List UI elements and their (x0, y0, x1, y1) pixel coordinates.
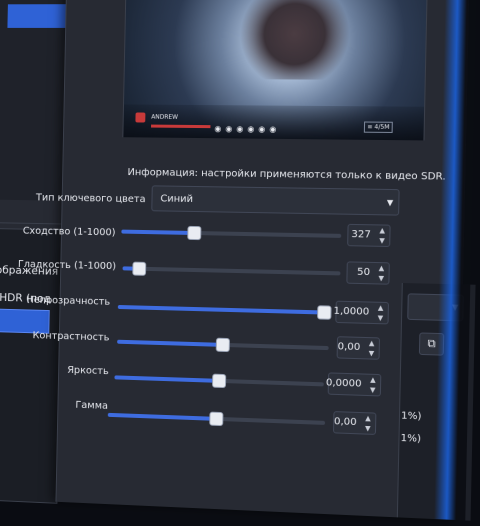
spin-up-icon[interactable]: ▲ (364, 338, 379, 349)
smoothness-spinbox[interactable]: 50 ▲ ▼ (346, 261, 390, 285)
spin-down-icon[interactable]: ▼ (361, 423, 376, 434)
preview-city-graphic (233, 0, 357, 80)
spin-up-icon[interactable]: ▲ (361, 413, 376, 424)
chevron-down-icon: ▼ (386, 197, 394, 207)
slider-handle[interactable] (132, 261, 147, 276)
spin-up-icon[interactable]: ▲ (366, 375, 381, 386)
hud-ability-icons: ◉◉◉◉◉◉ (214, 124, 281, 134)
similarity-value: 327 (351, 228, 372, 241)
spin-up-icon[interactable]: ▲ (375, 225, 390, 235)
smoothness-label: Гладкость (1-1000) (17, 259, 117, 273)
gamma-spinbox[interactable]: 0,00 ▲ ▼ (332, 411, 377, 435)
hud-player-badge-icon (135, 112, 146, 123)
similarity-label: Сходство (1-1000) (22, 225, 116, 239)
similarity-spinbox[interactable]: 327 ▲ ▼ (347, 223, 391, 248)
slider-handle[interactable] (215, 337, 230, 353)
key-color-value: Синий (160, 192, 194, 205)
smoothness-value: 50 (356, 266, 371, 279)
slider-handle[interactable] (209, 411, 224, 427)
slider-fill (117, 304, 324, 315)
slider-fill (121, 229, 194, 235)
hud-player-name: ANDREW (151, 113, 179, 121)
slider-handle[interactable] (187, 225, 202, 241)
brightness-value: 0,0000 (325, 377, 362, 390)
hud-health-bar (151, 124, 211, 129)
spin-up-icon[interactable]: ▲ (373, 303, 388, 314)
opacity-value: 1,0000 (333, 305, 370, 318)
slider-handle[interactable] (211, 373, 227, 389)
spin-down-icon[interactable]: ▼ (373, 313, 388, 324)
slider-track (122, 266, 341, 276)
spin-down-icon[interactable]: ▼ (375, 236, 390, 246)
spin-down-icon[interactable]: ▼ (364, 348, 379, 359)
spin-up-icon[interactable]: ▲ (374, 263, 389, 273)
spin-down-icon[interactable]: ▼ (374, 273, 389, 284)
gamma-value: 0,00 (333, 416, 357, 429)
spin-down-icon[interactable]: ▼ (365, 385, 380, 396)
slider-fill (117, 339, 222, 347)
slider-fill (114, 375, 219, 383)
key-color-label: Тип ключевого цвета (35, 192, 146, 206)
key-color-dropdown[interactable]: Синий ▼ (151, 185, 400, 216)
slider-handle[interactable] (317, 305, 332, 320)
slider-fill (107, 412, 216, 421)
video-preview: ANDREW ◉◉◉◉◉◉ ≡ 4/5M (122, 0, 428, 143)
screen-stage: изображения ия HDR (под ANDREW ◉◉◉◉◉◉ ≡ … (0, 0, 480, 524)
contrast-value: 0,00 (337, 341, 361, 354)
contrast-spinbox[interactable]: 0,00 ▲ ▼ (336, 336, 381, 360)
hud-counter: ≡ 4/5M (364, 121, 393, 133)
right-percent-2: 1%) (400, 432, 422, 445)
opacity-spinbox[interactable]: 1,0000 ▲ ▼ (333, 300, 390, 325)
brightness-spinbox[interactable]: 0,0000 ▲ ▼ (325, 372, 382, 397)
right-percent-1: 1%) (400, 410, 422, 423)
preview-game-hud: ANDREW ◉◉◉◉◉◉ ≡ 4/5M (123, 104, 425, 142)
